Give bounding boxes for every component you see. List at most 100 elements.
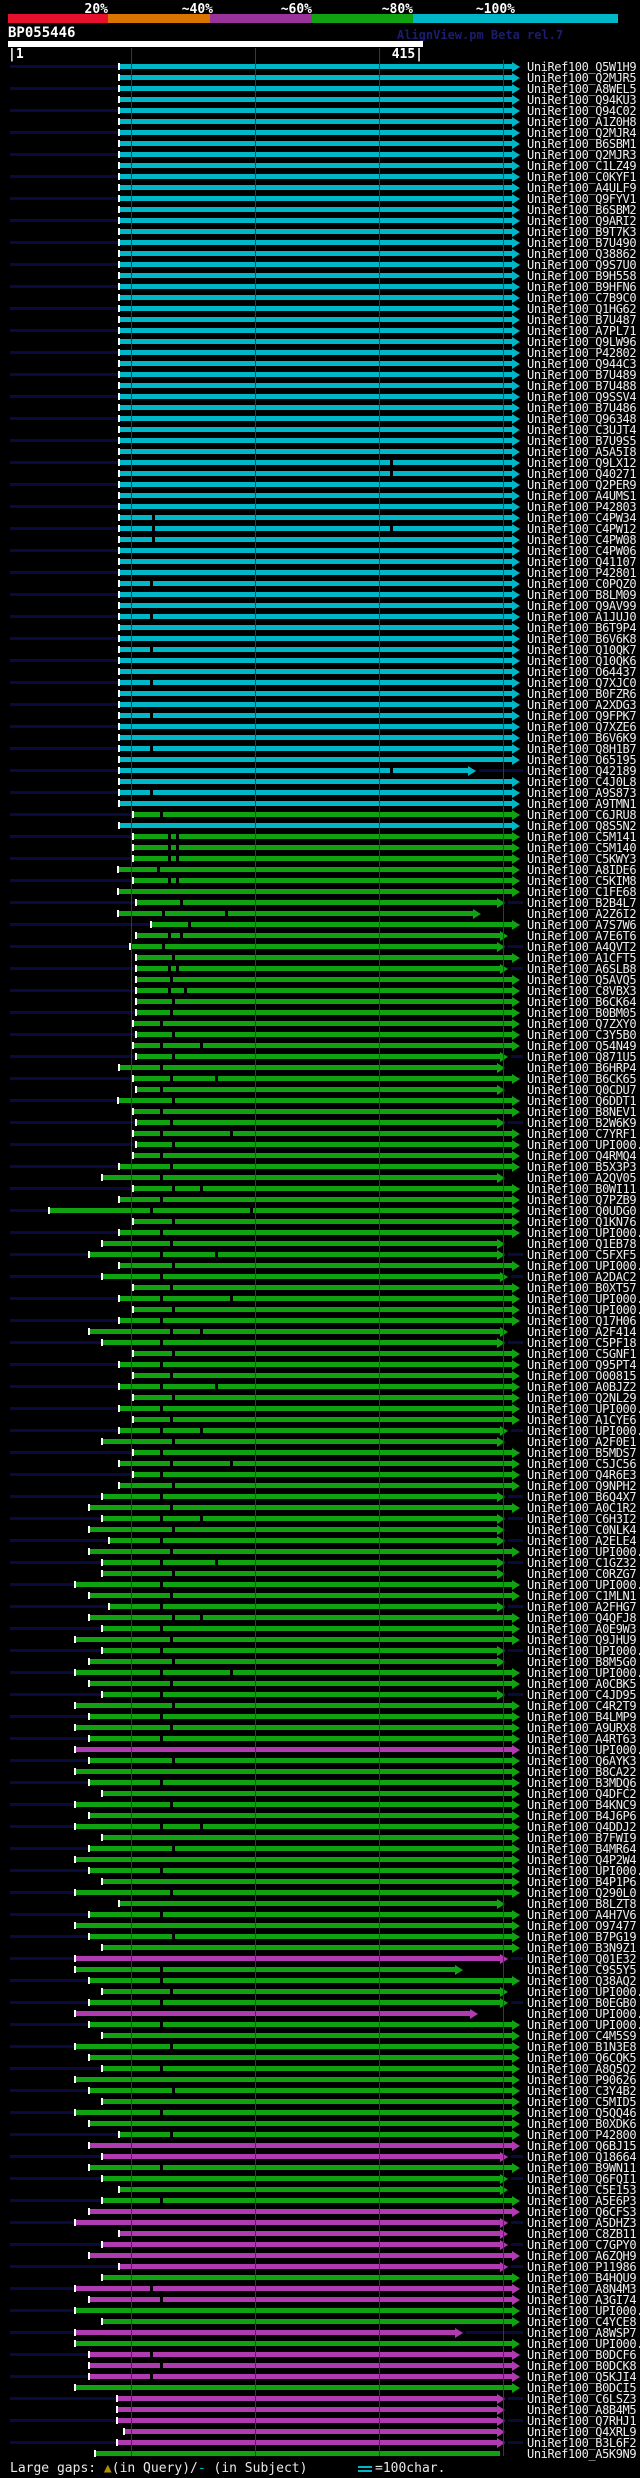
hit-bar[interactable] [120, 823, 512, 828]
hit-bar[interactable] [90, 2121, 512, 2126]
hit-bar[interactable] [120, 438, 512, 443]
hit-bar[interactable] [134, 845, 512, 850]
hit-bar[interactable] [120, 724, 512, 729]
hit-bar[interactable] [103, 2154, 500, 2159]
hit-bar[interactable] [120, 537, 512, 542]
hit-bar[interactable] [120, 328, 512, 333]
hit-bar[interactable] [137, 900, 497, 905]
hit-bar[interactable] [134, 878, 512, 883]
hit-bar[interactable] [134, 1021, 512, 1026]
hit-bar[interactable] [90, 1527, 497, 1532]
hit-bar[interactable] [120, 2231, 500, 2236]
hit-bar[interactable] [131, 944, 497, 949]
hit-bar[interactable] [76, 1725, 512, 1730]
hit-bar[interactable] [90, 1758, 512, 1763]
hit-bar[interactable] [134, 1153, 512, 1158]
hit-bar[interactable] [90, 1252, 497, 1257]
hit-bar[interactable] [120, 1483, 512, 1488]
hit-bar[interactable] [76, 1857, 512, 1862]
hit-bar[interactable] [120, 75, 512, 80]
hit-bar[interactable] [120, 64, 512, 69]
hit-bar[interactable] [120, 757, 512, 762]
hit-bar[interactable] [120, 86, 512, 91]
hit-bar[interactable] [90, 1868, 512, 1873]
hit-bar[interactable] [76, 1824, 512, 1829]
hit-bar[interactable] [90, 1780, 512, 1785]
hit-bar[interactable] [120, 130, 512, 135]
hit-bar[interactable] [103, 2099, 512, 2104]
hit-bar[interactable] [103, 2198, 512, 2203]
hit-bar[interactable] [120, 680, 512, 685]
hit-bar[interactable] [137, 1120, 497, 1125]
hit-bar[interactable] [103, 1945, 512, 1950]
hit-bar[interactable] [76, 1670, 512, 1675]
hit-bar[interactable] [90, 2209, 512, 2214]
hit-label[interactable]: UniRef100_A5K9N9 [527, 2448, 637, 2460]
hit-bar[interactable] [90, 2088, 512, 2093]
hit-bar[interactable] [120, 581, 512, 586]
hit-bar[interactable] [76, 2220, 500, 2225]
hit-bar[interactable] [90, 2143, 512, 2148]
hit-bar[interactable] [90, 1912, 512, 1917]
hit-bar[interactable] [134, 1219, 512, 1224]
hit-bar[interactable] [120, 284, 512, 289]
hit-bar[interactable] [90, 1593, 512, 1598]
hit-bar[interactable] [120, 1164, 512, 1169]
hit-bar[interactable] [120, 2264, 500, 2269]
hit-bar[interactable] [76, 2110, 512, 2115]
hit-bar[interactable] [137, 966, 500, 971]
hit-bar[interactable] [120, 1901, 497, 1906]
hit-bar[interactable] [110, 1538, 497, 1543]
hit-bar[interactable] [120, 1065, 497, 1070]
hit-bar[interactable] [120, 702, 512, 707]
hit-bar[interactable] [137, 955, 512, 960]
hit-bar[interactable] [137, 988, 512, 993]
hit-bar[interactable] [134, 1043, 512, 1048]
hit-bar[interactable] [120, 2132, 512, 2137]
hit-bar[interactable] [120, 482, 512, 487]
hit-bar[interactable] [137, 1142, 512, 1147]
hit-bar[interactable] [119, 889, 512, 894]
hit-bar[interactable] [120, 449, 512, 454]
hit-bar[interactable] [76, 1582, 512, 1587]
hit-bar[interactable] [76, 2286, 512, 2291]
hit-bar[interactable] [120, 504, 512, 509]
hit-bar[interactable] [120, 306, 512, 311]
hit-bar[interactable] [119, 1098, 512, 1103]
hit-bar[interactable] [134, 1186, 512, 1191]
hit-bar[interactable] [120, 119, 512, 124]
hit-bar[interactable] [120, 493, 512, 498]
hit-bar[interactable] [119, 867, 512, 872]
hit-bar[interactable] [120, 372, 512, 377]
hit-bar[interactable] [76, 1923, 512, 1928]
hit-bar[interactable] [120, 471, 512, 476]
hit-bar[interactable] [120, 361, 512, 366]
hit-bar[interactable] [120, 669, 512, 674]
hit-bar[interactable] [134, 1131, 512, 1136]
hit-bar[interactable] [90, 1329, 500, 1334]
hit-bar[interactable] [120, 614, 512, 619]
hit-bar[interactable] [90, 1978, 512, 1983]
hit-bar[interactable] [103, 2176, 500, 2181]
hit-bar[interactable] [103, 2275, 512, 2280]
hit-bar[interactable] [90, 2055, 512, 2060]
hit-bar[interactable] [76, 2385, 512, 2390]
hit-bar[interactable] [119, 911, 473, 916]
hit-bar[interactable] [120, 790, 512, 795]
hit-bar[interactable] [134, 834, 512, 839]
hit-bar[interactable] [120, 218, 512, 223]
hit-bar[interactable] [90, 1736, 512, 1741]
hit-bar[interactable] [120, 735, 512, 740]
hit-bar[interactable] [134, 1450, 512, 1455]
hit-bar[interactable] [134, 1109, 512, 1114]
hit-bar[interactable] [120, 251, 512, 256]
hit-bar[interactable] [120, 779, 512, 784]
hit-bar[interactable] [118, 2407, 497, 2412]
hit-bar[interactable] [120, 1197, 512, 1202]
hit-bar[interactable] [76, 1956, 500, 1961]
hit-bar[interactable] [134, 1076, 512, 1081]
hit-bar[interactable] [76, 1637, 512, 1642]
hit-bar[interactable] [90, 2297, 512, 2302]
hit-bar[interactable] [120, 801, 512, 806]
hit-bar[interactable] [90, 1615, 512, 1620]
